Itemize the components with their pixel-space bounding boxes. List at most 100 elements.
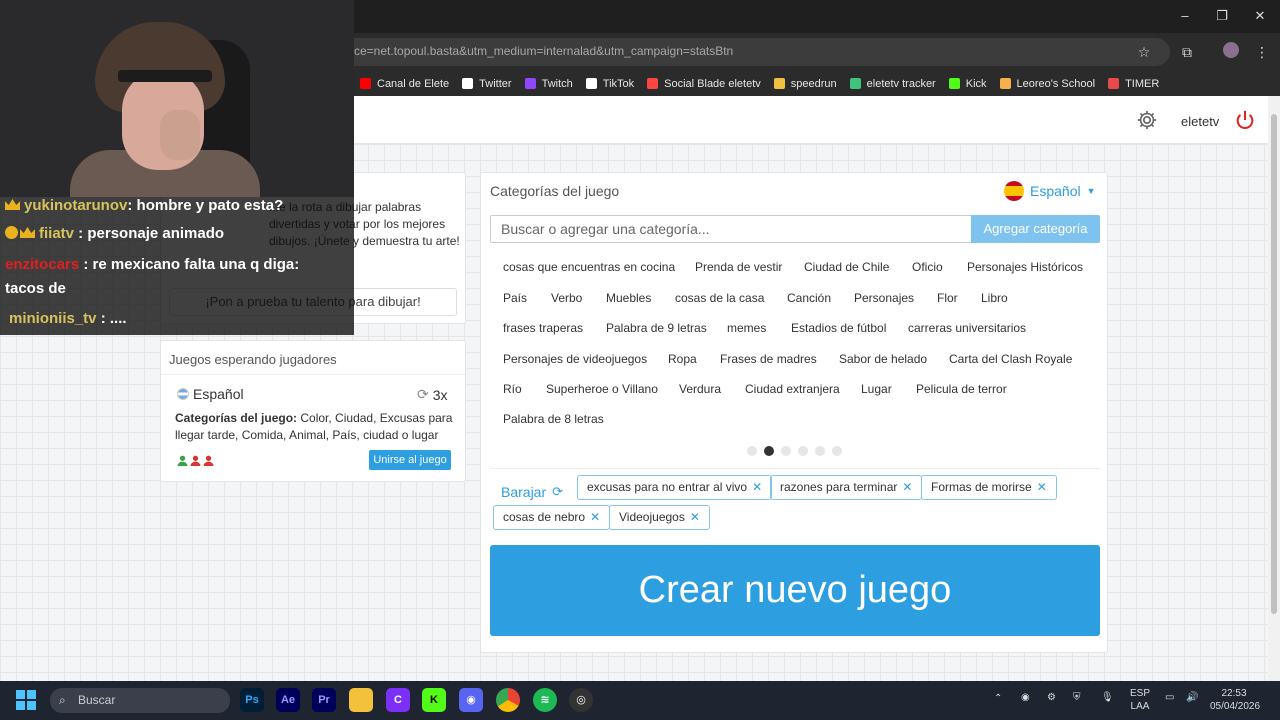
join-game-button[interactable]: Unirse al juego [369,450,451,470]
profile-avatar-icon[interactable] [1221,42,1241,62]
pagination-dot[interactable] [832,446,842,456]
pagination-dot[interactable] [781,446,791,456]
premiere-icon[interactable]: Pr [312,688,336,712]
address-bar[interactable]: ce=net.topoul.basta&utm_medium=internala… [300,38,1170,66]
close-icon[interactable]: ✕ [1247,6,1273,26]
settings-gear-icon[interactable] [1136,109,1158,131]
category-chip[interactable]: frases traperas [503,321,583,335]
spotify-icon[interactable]: ≋ [533,688,557,712]
category-chip[interactable]: Palabra de 9 letras [606,321,707,335]
selected-category-tag: Formas de morirse ✕ [921,475,1057,500]
discord-icon[interactable]: ◉ [459,688,483,712]
category-chip[interactable]: Flor [937,291,958,305]
category-chip[interactable]: Superheroe o Villano [546,382,658,396]
tray-chevron-icon[interactable]: ⌃ [994,693,1002,704]
photoshop-icon[interactable]: Ps [240,688,264,712]
extensions-icon[interactable]: ⧉ [1177,42,1197,62]
windows-taskbar: ⌕ Buscar Ps Ae Pr C K ◉ ≋ ◎ ⌃ ◉ ⚙ ⛨ 🎙 ES… [0,681,1280,720]
language-selector[interactable]: Español ▼ [1004,181,1096,201]
category-chip[interactable]: Sabor de helado [839,352,927,366]
chrome-icon[interactable] [496,688,520,712]
restore-icon[interactable]: ❐ [1209,6,1235,26]
minimize-icon[interactable]: – [1172,6,1198,26]
bookmark-item[interactable]: speedrun [773,78,837,90]
category-chip[interactable]: cosas que encuentras en cocina [503,260,675,274]
pagination-dot[interactable] [747,446,757,456]
chat-message: fiiatv : personaje animado [5,225,224,242]
bookmark-star-icon[interactable]: ☆ [1134,42,1154,62]
bookmark-item[interactable]: Leoreo's School [999,78,1095,90]
category-chip[interactable]: Libro [981,291,1008,305]
logout-power-icon[interactable] [1234,109,1256,131]
remove-tag-icon[interactable]: ✕ [902,476,912,499]
bookmark-item[interactable]: Canal de Elete [360,78,449,90]
keyboard-language[interactable]: ESP LAA [1130,687,1150,713]
bookmark-item[interactable]: Social Blade eletetv [647,78,761,90]
category-search-input[interactable]: Buscar o agregar una categoría... [490,215,972,243]
bookmark-label: Kick [965,77,987,90]
category-chip[interactable]: cosas de la casa [675,291,764,305]
bookmark-label: Twitch [541,77,573,90]
bookmark-item[interactable]: eletetv tracker [849,78,936,90]
obs-icon[interactable]: ◎ [569,688,593,712]
bookmark-item[interactable]: Twitch [524,77,573,90]
category-chip[interactable]: Ciudad de Chile [804,260,889,274]
category-chip[interactable]: Carta del Clash Royale [949,352,1072,366]
category-chip[interactable]: Personajes de videojuegos [503,352,647,366]
bookmark-item[interactable]: TIMER [1108,78,1159,90]
tray-discord-icon[interactable]: ◉ [1021,692,1030,703]
category-chip[interactable]: Lugar [861,382,892,396]
clock[interactable]: 22:53 05/04/2026 [1210,687,1260,713]
category-chip[interactable]: carreras universitarios [908,321,1026,335]
volume-icon[interactable]: 🔊 [1186,692,1198,703]
after-effects-icon[interactable]: Ae [276,688,300,712]
category-chip[interactable]: Ropa [668,352,697,366]
canva-icon[interactable]: C [386,688,410,712]
remove-tag-icon[interactable]: ✕ [590,506,600,529]
tray-mic-icon[interactable]: 🎙 [1101,692,1114,703]
tray-defender-icon[interactable]: ⛨ [1073,692,1081,703]
category-chip[interactable]: Oficio [912,260,943,274]
category-chip[interactable]: Verdura [679,382,721,396]
remove-tag-icon[interactable]: ✕ [690,506,700,529]
network-icon[interactable]: ▭ [1165,692,1174,703]
category-chip[interactable]: memes [727,321,766,335]
taskbar-search[interactable]: ⌕ Buscar [50,688,230,713]
scrollbar-thumb[interactable] [1271,114,1277,614]
kick-icon[interactable]: K [422,688,446,712]
pagination-dot[interactable] [815,446,825,456]
category-chip[interactable]: Pelicula de terror [916,382,1007,396]
create-game-button[interactable]: Crear nuevo juego [490,545,1100,636]
category-chip[interactable]: Personajes [854,291,914,305]
shuffle-button[interactable]: Barajar ⟳ [501,484,563,500]
category-chip[interactable]: Frases de madres [720,352,817,366]
tray-steam-icon[interactable]: ⚙ [1047,692,1056,703]
file-explorer-icon[interactable] [349,688,373,712]
tag-label: Videojuegos [619,510,685,524]
chat-overlay: yukinotarunov: hombre y pato esta? fiiat… [0,197,354,335]
category-chip[interactable]: Verbo [551,291,582,305]
category-chip[interactable]: Estadios de fútbol [791,321,886,335]
category-chip[interactable]: Canción [787,291,831,305]
chat-message: tacos de [5,280,66,297]
username-label[interactable]: eletetv [1181,114,1219,129]
bookmark-item[interactable]: TikTok [585,78,634,90]
category-chip[interactable]: Muebles [606,291,651,305]
bookmark-item[interactable]: Kick [948,77,987,90]
page-scrollbar[interactable] [1268,96,1280,681]
bookmark-item[interactable]: Twitter [462,78,512,90]
category-chip[interactable]: Río [503,382,522,396]
category-chip[interactable]: País [503,291,527,305]
remove-tag-icon[interactable]: ✕ [1037,476,1047,499]
pagination-dot[interactable] [798,446,808,456]
windows-start-icon[interactable] [16,690,36,710]
menu-kebab-icon[interactable]: ⋮ [1252,42,1272,62]
pagination-dot[interactable] [764,446,774,456]
category-chip[interactable]: Personajes Históricos [967,260,1083,274]
category-chip[interactable]: Ciudad extranjera [745,382,840,396]
category-chip[interactable]: Prenda de vestir [695,260,782,274]
category-chip[interactable]: Palabra de 8 letras [503,412,604,426]
add-category-button[interactable]: Agregar categoría [971,215,1100,243]
remove-tag-icon[interactable]: ✕ [752,476,762,499]
selected-category-tag: cosas de nebro ✕ [493,505,611,530]
